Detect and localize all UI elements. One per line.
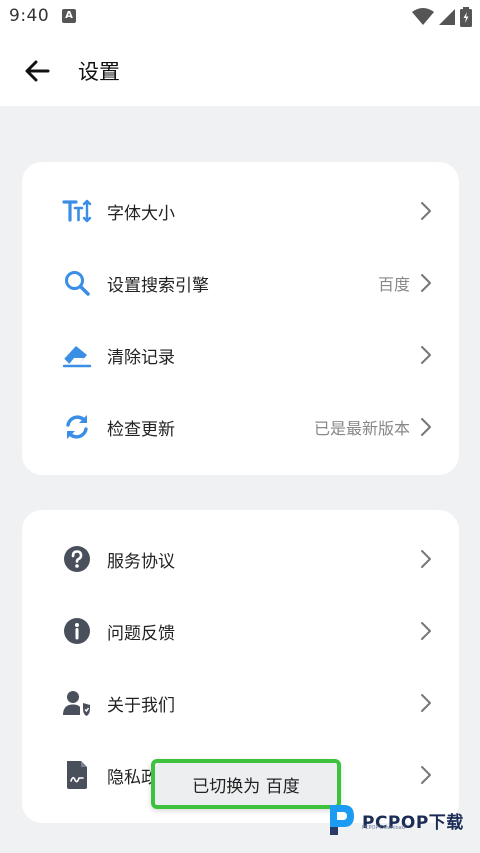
signal-icon [439, 9, 455, 25]
watermark-sub: PCPOP Download [362, 825, 405, 831]
check-update-row[interactable]: 检查更新 已是最新版本 [22, 391, 459, 463]
service-agreement-row[interactable]: 服务协议 [22, 523, 459, 595]
chevron-right-icon [419, 691, 433, 715]
app-bar: 设置 [0, 34, 480, 106]
check-update-value: 已是最新版本 [313, 419, 410, 438]
refresh-icon [62, 412, 92, 442]
settings-card-general: 字体大小 设置搜索引擎 百度 清除记录 检查更新 已是最新版本 [22, 162, 459, 475]
clear-history-row[interactable]: 清除记录 [22, 319, 459, 391]
search-engine-row[interactable]: 设置搜索引擎 百度 [22, 247, 459, 319]
signed-document-icon [62, 760, 92, 790]
about-us-label: 关于我们 [107, 695, 175, 716]
feedback-row[interactable]: 问题反馈 [22, 595, 459, 667]
font-size-row[interactable]: 字体大小 [22, 175, 459, 247]
font-size-icon [62, 196, 92, 226]
a-icon: A [62, 9, 76, 23]
search-engine-value: 百度 [377, 275, 410, 294]
chevron-right-icon [419, 271, 433, 295]
toast-message: 已切换为 百度 [151, 759, 341, 809]
battery-icon [460, 7, 472, 27]
page-title: 设置 [78, 60, 120, 84]
chevron-right-icon [419, 763, 433, 787]
about-us-row[interactable]: 关于我们 [22, 667, 459, 739]
chevron-right-icon [419, 415, 433, 439]
watermark: PCPOP下载 PCPOP Download [326, 800, 476, 840]
eraser-icon [62, 340, 92, 370]
search-icon [62, 268, 92, 298]
status-icons [412, 7, 472, 27]
font-size-label: 字体大小 [107, 203, 175, 224]
chevron-right-icon [419, 547, 433, 571]
user-shield-icon [62, 688, 92, 718]
status-time: 9:40 [9, 6, 50, 26]
wifi-icon [412, 8, 434, 25]
back-button[interactable] [20, 54, 54, 88]
clear-history-label: 清除记录 [107, 347, 175, 368]
pcpop-logo-icon [330, 805, 354, 835]
service-agreement-label: 服务协议 [107, 551, 175, 572]
chevron-right-icon [419, 199, 433, 223]
chevron-right-icon [419, 343, 433, 367]
chevron-right-icon [419, 619, 433, 643]
arrow-left-icon [25, 60, 50, 82]
check-update-label: 检查更新 [107, 419, 175, 440]
search-engine-label: 设置搜索引擎 [107, 275, 209, 296]
status-bar: 9:40 A [0, 0, 480, 34]
question-circle-icon [62, 544, 92, 574]
feedback-label: 问题反馈 [107, 623, 175, 644]
info-circle-icon [62, 616, 92, 646]
